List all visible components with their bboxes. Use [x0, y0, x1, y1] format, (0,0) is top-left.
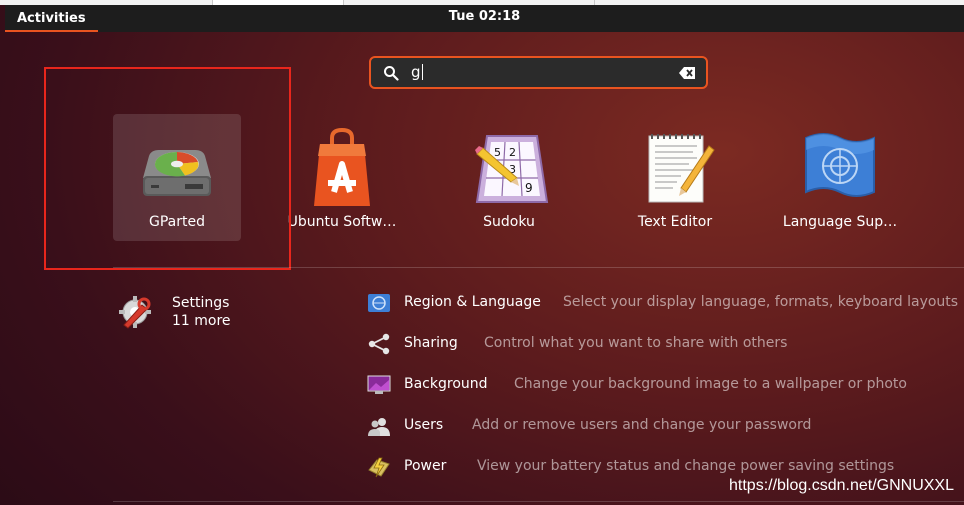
result-sharing[interactable]: Sharing Control what you want to share w… [367, 331, 787, 357]
result-title: Region & Language [404, 294, 541, 310]
clock[interactable]: Tue 02:18 [449, 9, 520, 24]
settings-icon [119, 296, 151, 329]
result-users[interactable]: Users Add or remove users and change you… [367, 413, 811, 439]
language-support-icon [805, 133, 875, 197]
app-label: Ubuntu Softw… [287, 214, 397, 230]
text-caret [421, 64, 423, 80]
search-input[interactable]: g [369, 56, 708, 89]
app-gparted[interactable]: GParted [113, 114, 241, 241]
wallpaper-icon [367, 375, 391, 394]
result-title: Users [404, 417, 444, 433]
activities-button[interactable]: Activities [5, 5, 98, 32]
top-bar: Activities Tue 02:18 [5, 5, 964, 32]
app-ubuntu-software[interactable]: Ubuntu Softw… [278, 114, 406, 241]
app-sudoku[interactable]: 5 2 3 9 Sudoku [445, 114, 573, 241]
svg-text:2: 2 [509, 146, 516, 159]
result-background[interactable]: Background Change your background image … [367, 372, 907, 398]
ubuntu-software-icon [314, 127, 370, 206]
result-description: Add or remove users and change your pass… [472, 417, 812, 433]
watermark: https://blog.csdn.net/GNNUXXL [729, 477, 954, 494]
result-description: Control what you want to share with othe… [484, 335, 788, 351]
provider-more-count: 11 more [172, 313, 231, 329]
search-query: g [411, 63, 421, 81]
globe-icon [368, 294, 390, 312]
users-icon [368, 418, 390, 436]
sudoku-icon: 5 2 3 9 [475, 135, 549, 203]
section-divider [113, 267, 964, 268]
svg-text:9: 9 [525, 181, 533, 195]
provider-name: Settings [172, 295, 230, 311]
app-label: Text Editor [637, 214, 713, 230]
result-title: Background [404, 376, 488, 392]
app-label: Language Sup… [782, 214, 898, 230]
result-description: View your battery status and change powe… [477, 458, 895, 474]
text-editor-icon [648, 134, 715, 203]
search-icon [384, 66, 399, 81]
share-icon [368, 333, 390, 355]
app-label: GParted [149, 214, 205, 230]
app-label: Sudoku [483, 214, 535, 230]
settings-provider[interactable]: Settings 11 more [118, 295, 288, 335]
result-region-language[interactable]: Region & Language Select your display la… [367, 290, 964, 316]
section-divider [113, 501, 964, 502]
svg-text:5: 5 [494, 146, 501, 159]
result-description: Select your display language, formats, k… [563, 294, 964, 310]
power-icon [368, 457, 390, 478]
app-language-support[interactable]: Language Sup… [776, 114, 904, 241]
result-description: Change your background image to a wallpa… [514, 376, 907, 392]
result-title: Sharing [404, 335, 458, 351]
app-text-editor[interactable]: Text Editor [611, 114, 739, 241]
result-title: Power [404, 458, 447, 474]
clear-search-icon[interactable] [679, 67, 695, 79]
gparted-icon [143, 150, 211, 196]
